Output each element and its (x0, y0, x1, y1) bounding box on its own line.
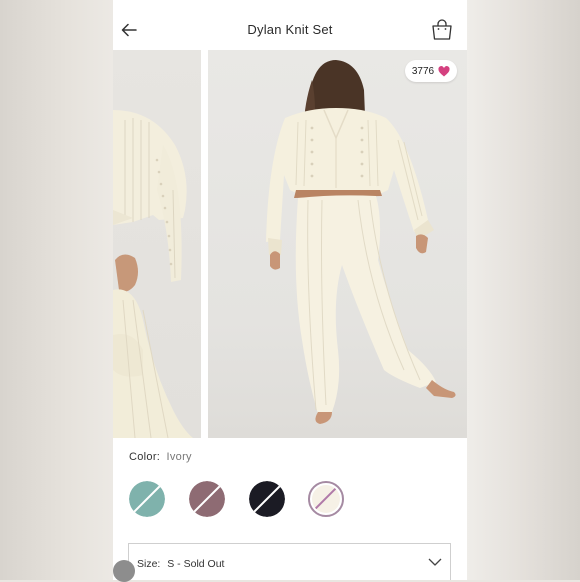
size-select[interactable]: Size: S - Sold Out (128, 543, 451, 580)
swatch-teal[interactable] (129, 481, 165, 517)
swatch-teal-fill (129, 481, 165, 517)
color-label: Color: (129, 451, 161, 463)
color-row: Color: Ivory (129, 451, 192, 463)
chevron-down-icon (428, 558, 442, 566)
swatch-black[interactable] (249, 481, 285, 517)
swatch-ivory[interactable] (308, 481, 344, 517)
top-bar: Dylan Knit Set (113, 0, 467, 50)
product-image-back-view[interactable] (208, 50, 467, 438)
size-value: S - Sold Out (167, 558, 225, 570)
shopping-bag-button[interactable] (430, 18, 454, 42)
sold-out-slash (131, 482, 163, 515)
swatch-mauve[interactable] (189, 481, 225, 517)
sold-out-slash (251, 482, 283, 515)
model-back-illustration (266, 60, 456, 424)
like-count: 3776 (411, 65, 435, 77)
like-button[interactable]: 3776 (405, 60, 457, 82)
swatch-black-fill (249, 481, 285, 517)
avatar[interactable] (113, 560, 135, 582)
size-label: Size: (137, 558, 161, 570)
heart-icon (438, 65, 450, 76)
sold-out-slash (313, 485, 339, 511)
page-title: Dylan Knit Set (247, 22, 333, 37)
swatch-ivory-fill (312, 485, 340, 513)
model-side-illustration (113, 110, 193, 438)
background-left (0, 0, 113, 580)
shopping-bag-icon (432, 19, 452, 40)
product-gallery[interactable] (113, 50, 467, 438)
size-label-row: Size: S - Sold Out (137, 558, 224, 570)
product-image-side-view[interactable] (113, 50, 201, 438)
app-screen: Dylan Knit Set 3776 Color: Ivory Size: S… (113, 0, 467, 580)
color-value: Ivory (166, 451, 192, 463)
swatch-mauve-fill (189, 481, 225, 517)
sold-out-slash (191, 482, 223, 515)
background-right (467, 0, 580, 580)
